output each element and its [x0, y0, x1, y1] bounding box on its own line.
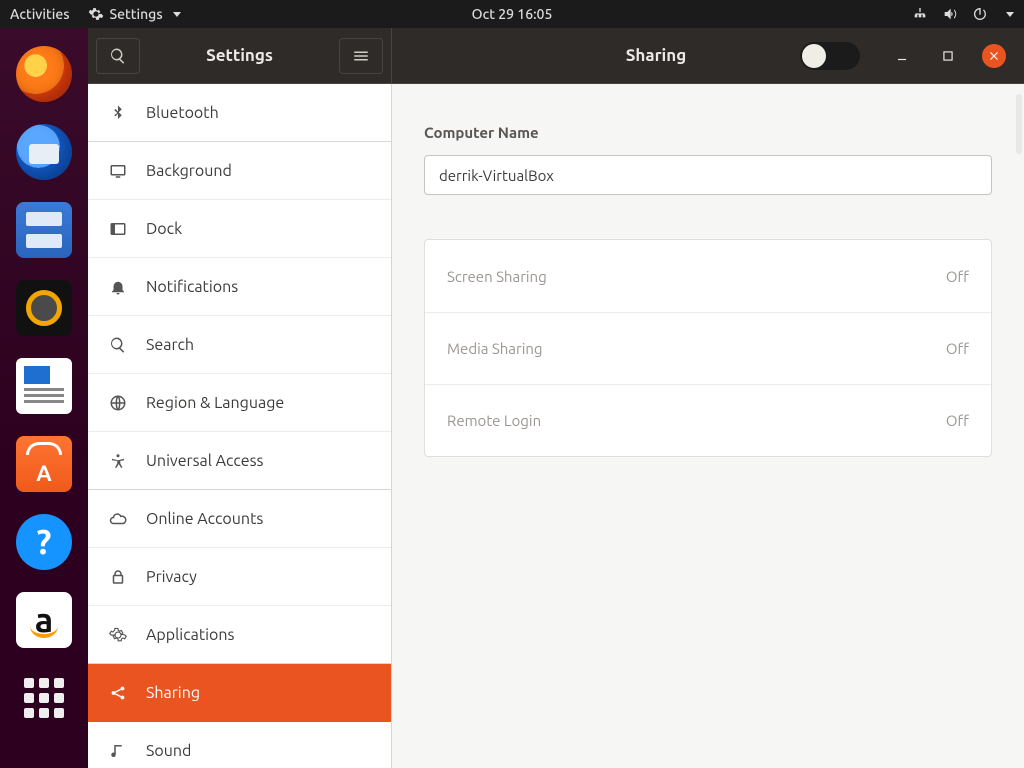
search-button[interactable] [96, 38, 140, 74]
row-screen-sharing[interactable]: Screen Sharing Off [425, 240, 991, 312]
sharing-master-toggle[interactable] [800, 42, 860, 70]
row-value: Off [946, 412, 969, 429]
titlebar: Settings Sharing [88, 28, 1024, 84]
titlebar-left: Settings [88, 28, 392, 83]
sidebar-item-label: Bluetooth [146, 104, 219, 122]
sidebar-item-label: Search [146, 336, 194, 354]
clock-text: Oct 29 16:05 [472, 6, 553, 22]
row-media-sharing[interactable]: Media Sharing Off [425, 312, 991, 384]
gnome-top-panel: Activities Settings Oct 29 16:05 [0, 0, 1024, 28]
row-value: Off [946, 340, 969, 357]
clock[interactable]: Oct 29 16:05 [472, 6, 553, 22]
dock-show-applications[interactable] [16, 670, 72, 726]
sidebar-item-label: Dock [146, 220, 182, 238]
window-close[interactable] [982, 44, 1006, 68]
apps-grid-icon [24, 678, 64, 718]
cloud-icon [108, 510, 128, 528]
dock-rhythmbox[interactable] [16, 280, 72, 336]
sidebar-title: Settings [148, 46, 331, 65]
sidebar-item-label: Sharing [146, 684, 200, 702]
sidebar-item-sound[interactable]: Sound [88, 722, 391, 768]
sharing-panel: Computer Name Screen Sharing Off Media S… [392, 84, 1024, 768]
dock-thunderbird[interactable] [16, 124, 72, 180]
window-minimize[interactable] [890, 44, 914, 68]
dock-amazon[interactable]: a [16, 592, 72, 648]
sidebar-item-region[interactable]: Region & Language [88, 374, 391, 432]
bluetooth-icon [108, 104, 128, 122]
dock-firefox[interactable] [16, 46, 72, 102]
network-icon[interactable] [912, 6, 928, 22]
scrollbar[interactable] [1016, 94, 1022, 154]
activities-label: Activities [10, 6, 70, 22]
settings-window: Settings Sharing Bluetooth [88, 28, 1024, 768]
computer-name-label: Computer Name [424, 124, 992, 141]
search-icon [108, 336, 128, 354]
sidebar-item-label: Privacy [146, 568, 197, 586]
sidebar-item-label: Online Accounts [146, 510, 263, 528]
sharing-rows: Screen Sharing Off Media Sharing Off Rem… [424, 239, 992, 457]
sidebar-item-notifications[interactable]: Notifications [88, 258, 391, 316]
hamburger-icon [352, 47, 370, 65]
gear-icon [108, 626, 128, 644]
sidebar-item-background[interactable]: Background [88, 142, 391, 200]
music-note-icon [108, 742, 128, 760]
power-icon[interactable] [972, 6, 988, 22]
sidebar-item-label: Sound [146, 742, 191, 760]
sidebar-item-sharing[interactable]: Sharing [88, 664, 391, 722]
dock-libreoffice-writer[interactable] [16, 358, 72, 414]
sidebar-item-label: Universal Access [146, 452, 264, 470]
system-menu-caret-icon[interactable] [1006, 12, 1014, 17]
bell-icon [108, 278, 128, 296]
settings-sidebar: Bluetooth Background Dock Notifications … [88, 84, 392, 768]
sidebar-item-applications[interactable]: Applications [88, 606, 391, 664]
sidebar-item-label: Background [146, 162, 232, 180]
accessibility-icon [108, 452, 128, 470]
computer-name-input[interactable] [424, 155, 992, 195]
sidebar-item-label: Region & Language [146, 394, 284, 412]
sidebar-item-label: Applications [146, 626, 234, 644]
sidebar-item-online-accounts[interactable]: Online Accounts [88, 490, 391, 548]
share-icon [108, 684, 128, 702]
ubuntu-dock: ? a [0, 28, 88, 768]
gear-icon [88, 6, 104, 22]
hamburger-button[interactable] [339, 38, 383, 74]
window-maximize[interactable] [936, 44, 960, 68]
help-glyph: ? [37, 523, 52, 561]
row-label: Screen Sharing [447, 268, 547, 285]
sidebar-item-label: Notifications [146, 278, 238, 296]
app-menu-label: Settings [110, 6, 163, 22]
sidebar-item-search[interactable]: Search [88, 316, 391, 374]
amazon-glyph: a [35, 601, 53, 639]
globe-icon [108, 394, 128, 412]
row-remote-login[interactable]: Remote Login Off [425, 384, 991, 456]
toggle-knob [802, 44, 826, 68]
row-value: Off [946, 268, 969, 285]
dock-icon [108, 220, 128, 238]
row-label: Media Sharing [447, 340, 543, 357]
sidebar-item-privacy[interactable]: Privacy [88, 548, 391, 606]
header-title: Sharing [392, 46, 800, 65]
sidebar-item-universal-access[interactable]: Universal Access [88, 432, 391, 490]
titlebar-right: Sharing [392, 28, 1024, 83]
dock-files[interactable] [16, 202, 72, 258]
sidebar-item-dock[interactable]: Dock [88, 200, 391, 258]
chevron-down-icon [173, 12, 181, 17]
desktop-icon [108, 162, 128, 180]
dock-help[interactable]: ? [16, 514, 72, 570]
lock-icon [108, 568, 128, 586]
activities-button[interactable]: Activities [10, 6, 70, 22]
dock-ubuntu-software[interactable] [16, 436, 72, 492]
search-icon [109, 47, 127, 65]
app-menu[interactable]: Settings [88, 6, 181, 22]
volume-icon[interactable] [942, 6, 958, 22]
row-label: Remote Login [447, 412, 541, 429]
sidebar-item-bluetooth[interactable]: Bluetooth [88, 84, 391, 142]
